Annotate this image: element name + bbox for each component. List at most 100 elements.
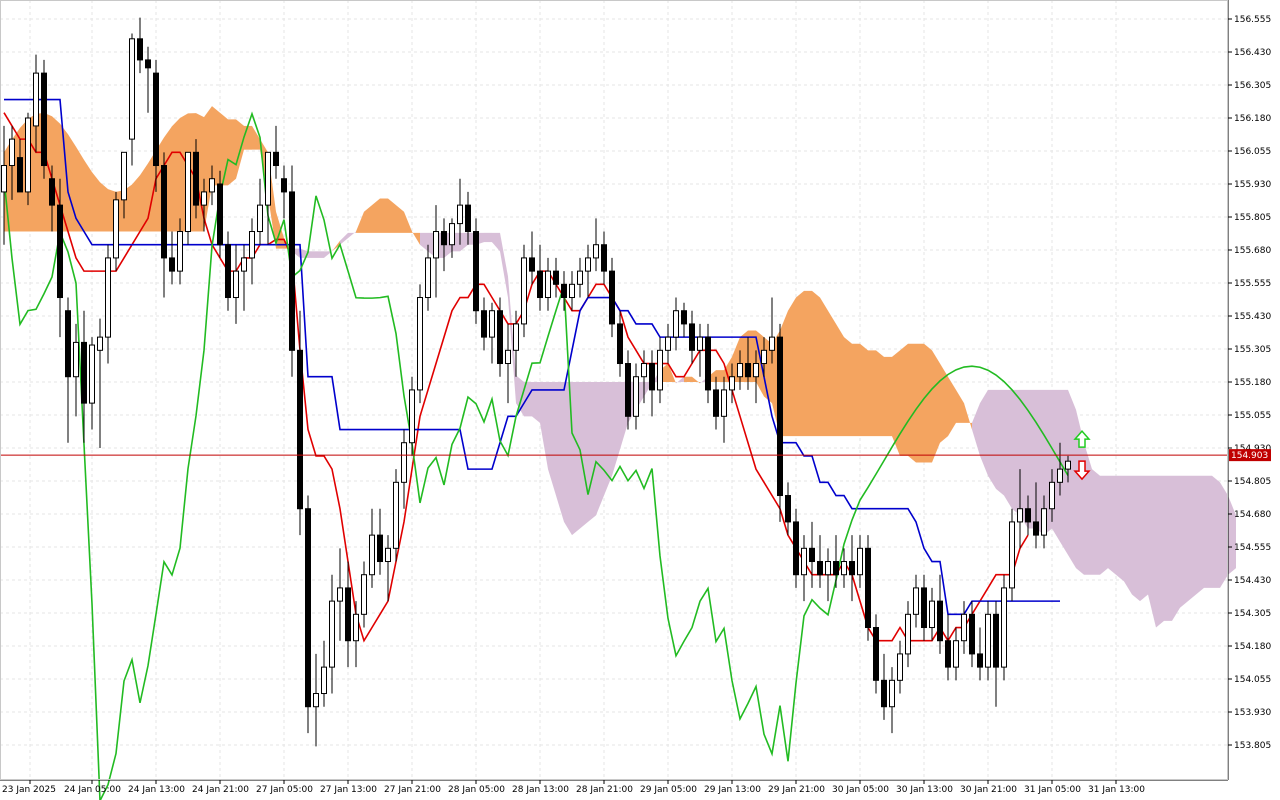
candle-body-bear [273, 151, 279, 167]
candle-body-bull [97, 336, 103, 351]
candle-body-bull [929, 600, 935, 629]
candle-body-bear [993, 613, 999, 668]
cloud-segment [1028, 389, 1036, 529]
candle-body-bull [521, 257, 527, 325]
cloud-segment [1180, 475, 1188, 608]
x-tick-label: 30 Jan 05:00 [832, 785, 889, 795]
y-tick-label: 154.180 [1234, 642, 1271, 652]
cloud-segment [1052, 389, 1060, 542]
candle-body-bull [201, 191, 207, 206]
candle-body-bear [465, 204, 471, 233]
candle-body-bear [705, 336, 711, 391]
candle-body-bull [249, 231, 255, 259]
candle-body-bull [1, 165, 7, 193]
candle-body-bear [833, 561, 839, 576]
cloud-segment [868, 350, 876, 437]
candle-body-bull [1001, 587, 1007, 668]
x-tick-label: 28 Jan 21:00 [576, 785, 633, 795]
candle-body-bear [601, 244, 607, 272]
candle [473, 218, 479, 324]
candle-body-bull [369, 534, 375, 576]
y-tick-label: 155.805 [1234, 213, 1271, 223]
cloud-segment [876, 350, 884, 437]
candle-body-bull [1017, 508, 1023, 523]
cloud-segment [996, 389, 1004, 496]
cloud-segment [852, 343, 860, 437]
candle-body-bull [985, 613, 991, 668]
candle-body-bear [225, 244, 231, 299]
candle-body-bull [801, 547, 807, 576]
candle-body-bull [769, 336, 775, 351]
candle-body-bull [89, 344, 95, 404]
candle-body-bull [185, 151, 191, 233]
cloud-segment [92, 172, 100, 232]
candle-body-bull [585, 257, 591, 272]
price-chart[interactable]: 156.555 156.430 156.305 156.180 156.055 155.9… [0, 0, 1280, 800]
candle-body-bull [209, 178, 215, 193]
y-tick-label: 155.680 [1234, 246, 1271, 256]
x-tick-label: 27 Jan 21:00 [384, 785, 441, 795]
candle [521, 244, 527, 338]
cloud-segment [380, 198, 388, 233]
candle-body-bull [641, 363, 647, 378]
cloud-segment [532, 382, 540, 423]
candle-body-bull [33, 72, 39, 127]
candle-body-bull [761, 349, 767, 365]
candle-body-bear [849, 561, 855, 576]
x-tick-label: 28 Jan 05:00 [448, 785, 505, 795]
cloud-segment [900, 343, 908, 456]
candle-body-bull [313, 693, 319, 708]
candle-body-bull [513, 323, 519, 351]
y-tick-label: 156.180 [1234, 114, 1271, 124]
cloud-segment [212, 106, 220, 186]
cloud-segment [1004, 389, 1012, 509]
candle-body-bull [593, 244, 599, 259]
candle [1009, 508, 1015, 602]
candle [1001, 574, 1007, 681]
candle-body-bear [625, 363, 631, 417]
candle-body-bull [1009, 521, 1015, 589]
candle-body-bear [945, 640, 951, 668]
candle-body-bull [9, 138, 15, 167]
candle-body-bull [489, 310, 495, 338]
candle [305, 495, 311, 734]
candle-body-bear [41, 72, 47, 167]
candle-body-bear [217, 183, 223, 246]
time-axis: 23 Jan 2025 24 Jan 05:00 24 Jan 13:00 24 Ja… [2, 780, 1145, 795]
cloud-segment [1196, 475, 1204, 595]
candle-body-bull [385, 547, 391, 563]
candle-body-bear [377, 534, 383, 563]
candle-body-bear [497, 310, 503, 365]
candle-body-bear [137, 38, 143, 61]
candle-body-bear [1025, 508, 1031, 523]
candle-body-bull [545, 270, 551, 299]
candle-body-bull [73, 341, 79, 378]
cloud-segment [1172, 475, 1180, 621]
candle-body-bull [737, 363, 743, 378]
cloud-segment [908, 343, 916, 463]
candle-body-bull [889, 679, 895, 708]
cloud-segment [1068, 389, 1076, 569]
candle-body-bear [145, 59, 151, 69]
candle-body-bull [505, 349, 511, 365]
candle-body-bull [857, 547, 863, 576]
cloud-segment [316, 251, 324, 258]
candle-body-bull [753, 363, 759, 378]
x-tick-label: 28 Jan 13:00 [512, 785, 569, 795]
candle-body-bear [977, 653, 983, 668]
candle-body-bear [81, 341, 87, 404]
candle-body-bear [345, 587, 351, 642]
cloud-segment [1140, 475, 1148, 602]
price-axis: 156.555 156.430 156.305 156.180 156.055 155.9… [1228, 15, 1271, 751]
candle-body-bull [457, 204, 463, 225]
candle-body-bear [161, 165, 167, 259]
cloud-segment [84, 159, 92, 232]
x-tick-label: 31 Jan 05:00 [1024, 785, 1081, 795]
cloud-segment [484, 232, 492, 243]
cloud-segment [1116, 475, 1124, 582]
candle-body-bear [609, 270, 615, 325]
cloud-segment [988, 389, 996, 489]
current-price-tag: 154.903 [1231, 451, 1268, 461]
candle-body-bear [49, 178, 55, 206]
cloud-segment [788, 297, 796, 437]
